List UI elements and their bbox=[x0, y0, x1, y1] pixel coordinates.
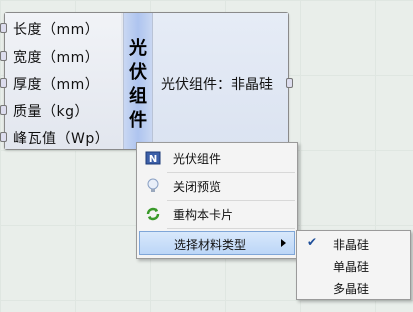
menu-item-close-preview[interactable]: 关闭预览 bbox=[139, 174, 295, 198]
menu-item-select-material-type[interactable]: 选择材料类型 bbox=[139, 231, 295, 255]
input-port[interactable] bbox=[0, 78, 7, 88]
input-parameters-panel: 长度（mm） 宽度（mm） 厚度（mm） 质量（kg） 峰瓦值（Wp） bbox=[0, 13, 121, 149]
submenu-item-monocrystalline-silicon[interactable]: 单晶硅 bbox=[299, 255, 408, 277]
menu-item-label: 重构本卡片 bbox=[173, 208, 234, 222]
component-n-icon: N bbox=[145, 151, 161, 165]
svg-text:N: N bbox=[149, 154, 157, 165]
input-width[interactable]: 宽度（mm） bbox=[13, 47, 99, 67]
input-peak-watt[interactable]: 峰瓦值（Wp） bbox=[13, 128, 109, 148]
menu-item-label: 关闭预览 bbox=[173, 180, 222, 194]
submenu-item-polycrystalline-silicon[interactable]: 多晶硅 bbox=[299, 277, 408, 299]
input-mass[interactable]: 质量（kg） bbox=[13, 101, 89, 121]
menu-item-label: 选择材料类型 bbox=[174, 238, 247, 252]
submenu-item-label: 单晶硅 bbox=[333, 260, 370, 274]
submenu-item-label: 非晶硅 bbox=[333, 238, 370, 252]
refresh-icon bbox=[146, 207, 160, 221]
menu-separator bbox=[167, 228, 295, 229]
input-port[interactable] bbox=[0, 23, 7, 33]
menu-separator bbox=[167, 200, 295, 201]
input-length[interactable]: 长度（mm） bbox=[13, 19, 99, 39]
checkmark-icon: ✔ bbox=[307, 235, 318, 249]
context-menu: N 光伏组件 关闭预览 重构本卡片 选择材料类型 bbox=[136, 142, 298, 259]
submenu-item-amorphous-silicon[interactable]: ✔ 非晶硅 bbox=[299, 233, 408, 255]
component-name: 光伏组件 bbox=[129, 38, 147, 131]
output-label[interactable]: 光伏组件：非晶硅 bbox=[161, 74, 273, 94]
input-port[interactable] bbox=[0, 51, 7, 61]
menu-item-component[interactable]: N 光伏组件 bbox=[139, 146, 295, 170]
menu-separator bbox=[167, 172, 295, 173]
component-name-strip[interactable]: 光伏组件 bbox=[123, 13, 153, 149]
material-type-submenu: ✔ 非晶硅 单晶硅 多晶硅 bbox=[296, 230, 411, 300]
output-panel: 光伏组件：非晶硅 bbox=[153, 13, 293, 149]
component-card[interactable]: 长度（mm） 宽度（mm） 厚度（mm） 质量（kg） 峰瓦值（Wp） 光伏组件… bbox=[0, 12, 293, 150]
menu-item-rebuild-card[interactable]: 重构本卡片 bbox=[139, 202, 295, 226]
output-port[interactable] bbox=[286, 78, 293, 88]
submenu-item-label: 多晶硅 bbox=[333, 282, 370, 296]
submenu-arrow-icon bbox=[281, 239, 286, 247]
lightbulb-icon bbox=[147, 178, 159, 192]
input-port[interactable] bbox=[0, 105, 7, 115]
menu-item-label: 光伏组件 bbox=[173, 152, 222, 166]
input-port[interactable] bbox=[0, 132, 7, 142]
input-thickness[interactable]: 厚度（mm） bbox=[13, 74, 99, 94]
